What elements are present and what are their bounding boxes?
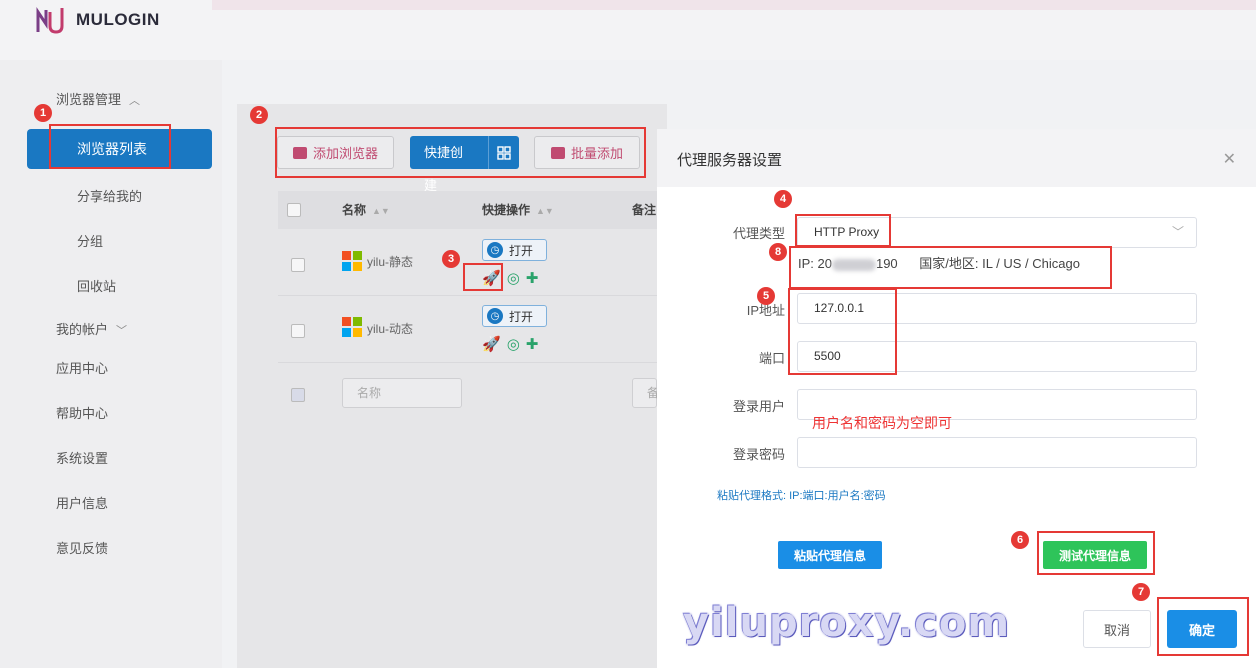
puzzle-icon[interactable]: ✚ [526,335,539,353]
paste-format-hint: 粘贴代理格式: IP:端口:用户名:密码 [717,490,886,502]
column-header-name[interactable]: 名称 ▲▼ [342,201,390,218]
select-all-checkbox[interactable] [287,203,301,217]
paste-proxy-button[interactable]: 粘贴代理信息 [778,541,882,569]
column-header-note[interactable]: 备注 [632,201,656,218]
annotation-badge: 4 [774,190,792,208]
chevron-down-icon: ﹀ [116,325,128,337]
windows-icon [342,251,362,271]
open-browser-button[interactable]: ◷ 打开 [482,305,547,327]
filter-checkbox[interactable] [291,388,305,402]
port-label: 端口 [758,351,785,366]
clock-icon: ◷ [487,242,503,258]
sidebar-item-user-info[interactable]: 用户信息 [56,493,108,512]
fingerprint-icon[interactable]: ◎ [507,335,520,353]
mulogin-logo-icon [36,7,64,34]
table-row [278,296,658,363]
chevron-down-icon: ﹀ [1171,225,1184,239]
windows-icon [342,317,362,337]
browser-name: yilu-静态 [367,255,414,269]
annotation-badge: 7 [1132,583,1150,601]
annotation-badge: 1 [34,104,52,122]
top-header: MULOGIN [0,0,1256,60]
logo-text: MULOGIN [76,10,160,29]
close-icon[interactable]: ✕ [1223,149,1236,169]
sort-icon: ▲▼ [536,206,554,216]
chevron-up-icon: ︿ [129,95,141,107]
annotation-box-2 [275,127,646,178]
watermark: yiluproxy.com [683,600,1011,646]
rocket-icon[interactable]: 🚀 [482,335,501,353]
login-password-input[interactable] [797,437,1197,468]
dialog-title: 代理服务器设置 [677,152,783,169]
ip-address-label: IP地址 [746,303,785,318]
sidebar-item-system-settings[interactable]: 系统设置 [56,448,108,467]
app-logo: MULOGIN [34,4,160,36]
annotation-box-7 [1157,597,1249,656]
annotation-box-3 [463,263,503,291]
sort-icon: ▲▼ [372,206,390,216]
open-label: 打开 [509,309,534,324]
filter-name-input[interactable]: 名称 [342,378,462,408]
sidebar-item-recycle-bin[interactable]: 回收站 [77,276,116,295]
filter-note-input[interactable]: 备 [632,378,659,408]
annotation-badge: 6 [1011,531,1029,549]
sidebar-group-my-account[interactable]: 我的帐户 ﹀ [56,319,127,338]
proxy-type-label: 代理类型 [732,226,785,241]
clock-icon: ◷ [487,308,503,324]
sidebar-item-groups[interactable]: 分组 [77,231,103,250]
sidebar-group-label: 我的帐户 [56,322,109,337]
browser-name: yilu-动态 [367,322,414,336]
column-header-quick-ops[interactable]: 快捷操作 ▲▼ [482,201,554,218]
annotation-badge: 5 [757,287,775,305]
table-header [278,191,658,229]
header-strip [212,0,1256,10]
annotation-box-5 [788,288,897,375]
annotation-box-8 [789,246,1112,289]
annotation-badge: 3 [442,250,460,268]
sidebar-group-browser-management[interactable]: 浏览器管理 ︿ [56,89,140,108]
sidebar-item-help-center[interactable]: 帮助中心 [56,403,108,422]
annotation-box-6 [1037,531,1155,575]
sidebar-group-label: 浏览器管理 [56,92,122,107]
login-user-label: 登录用户 [732,399,785,414]
open-browser-button[interactable]: ◷ 打开 [482,239,547,261]
proxy-settings-dialog: 代理服务器设置 ✕ 代理类型 HTTP Proxy ﹀ IP: 20 190 国家… [657,129,1256,668]
annotation-badge: 2 [250,106,268,124]
annotation-box-4 [795,214,891,247]
cancel-button[interactable]: 取消 [1083,610,1151,648]
column-header-label: 快捷操作 [482,203,531,217]
annotation-badge: 8 [769,243,787,261]
sidebar-item-shared-with-me[interactable]: 分享给我的 [77,186,142,205]
column-header-label: 名称 [342,203,367,217]
row-checkbox[interactable] [291,258,305,272]
sidebar-item-feedback[interactable]: 意见反馈 [56,538,108,557]
annotation-box-1 [49,124,171,169]
empty-credentials-note: 用户名和密码为空即可 [812,415,952,431]
quick-ops-icons: 🚀 ◎ ✚ [482,335,538,353]
open-label: 打开 [509,243,534,258]
sidebar-item-app-center[interactable]: 应用中心 [56,358,108,377]
login-password-label: 登录密码 [732,447,785,462]
row-checkbox[interactable] [291,324,305,338]
puzzle-icon[interactable]: ✚ [526,269,539,287]
fingerprint-icon[interactable]: ◎ [507,269,520,287]
